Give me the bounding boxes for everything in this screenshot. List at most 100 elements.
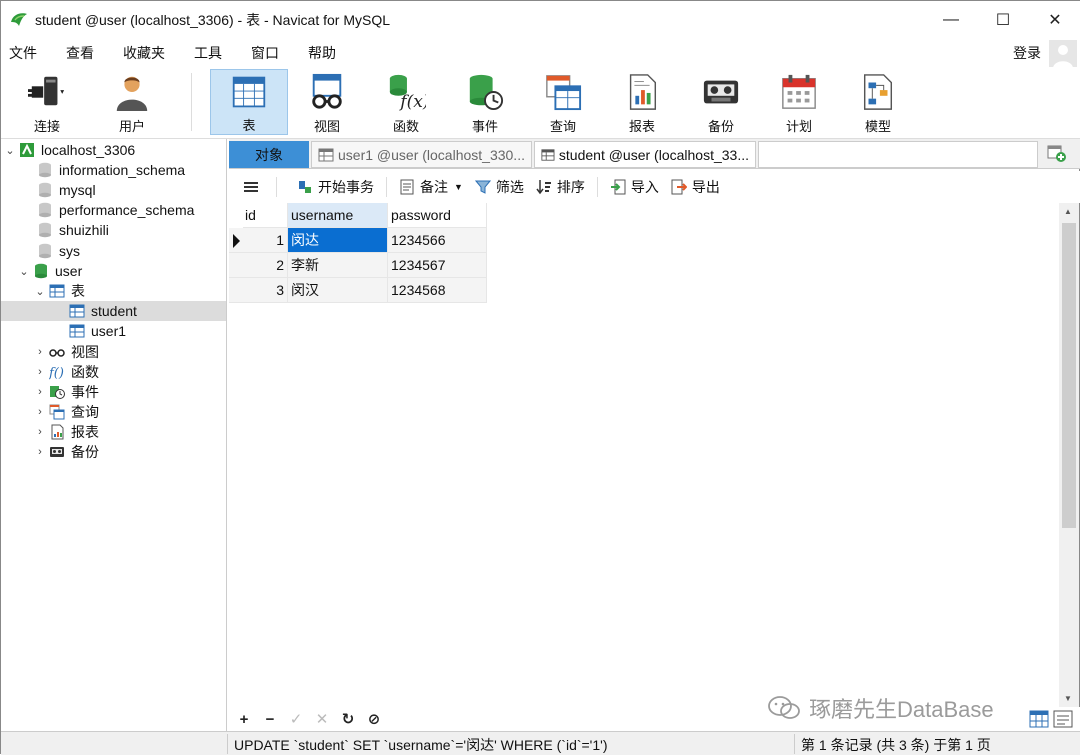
toolbar-report-button[interactable]: 报表 bbox=[603, 69, 681, 135]
tree-tables-group[interactable]: ⌄ 表 bbox=[33, 281, 85, 301]
sort-button[interactable]: 排序 bbox=[530, 174, 591, 200]
add-record-button[interactable]: + bbox=[231, 711, 257, 728]
cell-password[interactable]: 1234567 bbox=[388, 253, 487, 278]
tree-events-group[interactable]: › 事件 bbox=[33, 382, 99, 402]
scroll-down-icon[interactable]: ▼ bbox=[1064, 694, 1072, 703]
tab-user1[interactable]: user1 @user (localhost_330... bbox=[311, 141, 532, 168]
cell-username-selected[interactable]: 闵达 bbox=[288, 228, 388, 253]
tree-reports-group[interactable]: › 报表 bbox=[33, 422, 99, 442]
scroll-up-icon[interactable]: ▲ bbox=[1064, 207, 1072, 216]
column-header-username[interactable]: username bbox=[288, 203, 388, 228]
toolbar-table-button[interactable]: 表 bbox=[210, 69, 288, 135]
chevron-right-icon[interactable]: › bbox=[33, 446, 47, 458]
chevron-right-icon[interactable]: › bbox=[33, 406, 47, 418]
menu-tools[interactable]: 工具 bbox=[186, 43, 236, 63]
discard-changes-button[interactable]: ✕ bbox=[309, 710, 335, 728]
memo-button[interactable]: 备注 ▼ bbox=[393, 174, 469, 200]
toolbar-view-button[interactable]: 视图 bbox=[288, 69, 366, 135]
memo-label: 备注 bbox=[420, 179, 448, 195]
filter-button[interactable]: 筛选 bbox=[469, 174, 530, 200]
chevron-down-icon[interactable]: ⌄ bbox=[17, 265, 31, 278]
data-grid: id username password 1 闵达 1234566 2 李新 1… bbox=[229, 203, 1059, 707]
chevron-right-icon[interactable]: › bbox=[33, 366, 47, 378]
toolbar-event-button[interactable]: 事件 bbox=[446, 69, 524, 135]
tree-db-user-node[interactable]: ⌄ user bbox=[17, 261, 82, 281]
column-header-id[interactable]: id bbox=[243, 203, 288, 228]
cell-username[interactable]: 李新 bbox=[288, 253, 388, 278]
menu-help[interactable]: 帮助 bbox=[300, 43, 350, 63]
cell-username[interactable]: 闵汉 bbox=[288, 278, 388, 303]
tree-db-node[interactable]: mysql bbox=[21, 180, 96, 200]
menu-button[interactable] bbox=[237, 174, 270, 200]
menu-favorites[interactable]: 收藏夹 bbox=[115, 43, 179, 63]
tree-db-node[interactable]: shuizhili bbox=[21, 220, 109, 240]
status-record-count: 第 1 条记录 (共 3 条) 于第 1 页 bbox=[801, 737, 991, 753]
toolbar-query-button[interactable]: 查询 bbox=[524, 69, 602, 135]
export-button[interactable]: 导出 bbox=[665, 174, 726, 200]
toolbar-backup-button[interactable]: 备份 bbox=[682, 69, 760, 135]
cell-password[interactable]: 1234566 bbox=[388, 228, 487, 253]
tree-backups-group[interactable]: › 备份 bbox=[33, 442, 99, 462]
tab-student[interactable]: student @user (localhost_33... bbox=[534, 141, 756, 168]
close-button[interactable]: ✕ bbox=[1029, 1, 1080, 39]
tree-functions-group[interactable]: › f() 函数 bbox=[33, 362, 99, 382]
tree-connection-node[interactable]: ⌄ localhost_3306 bbox=[3, 140, 135, 160]
begin-transaction-button[interactable]: 开始事务 bbox=[291, 174, 380, 200]
tree-db-node[interactable]: information_schema bbox=[21, 160, 185, 180]
svg-text:f(): f() bbox=[49, 366, 64, 380]
tab-objects[interactable]: 对象 bbox=[229, 141, 309, 168]
cell-id[interactable]: 2 bbox=[243, 253, 288, 278]
toolbar-user-button[interactable]: 用户 bbox=[93, 69, 171, 135]
apply-changes-button[interactable]: ✓ bbox=[283, 710, 309, 728]
tree-queries-group[interactable]: › 查询 bbox=[33, 402, 99, 422]
tab-search-field[interactable] bbox=[758, 141, 1038, 168]
tree-label: shuizhili bbox=[59, 222, 109, 238]
menu-file[interactable]: 文件 bbox=[1, 43, 51, 63]
tree-views-group[interactable]: › 视图 bbox=[33, 342, 99, 362]
chevron-down-icon[interactable]: ⌄ bbox=[3, 144, 17, 157]
toolbar-model-button[interactable]: 模型 bbox=[839, 69, 917, 135]
tree-label: 备份 bbox=[71, 444, 99, 460]
form-view-icon[interactable] bbox=[1053, 710, 1073, 728]
menu-view[interactable]: 查看 bbox=[58, 43, 108, 63]
tree-table-user1[interactable]: user1 bbox=[67, 321, 126, 341]
cell-id[interactable]: 1 bbox=[243, 228, 288, 253]
database-icon bbox=[39, 243, 51, 259]
menu-window[interactable]: 窗口 bbox=[243, 43, 293, 63]
toolbar-connection-button[interactable]: 连接 bbox=[8, 69, 86, 135]
toolbar-schedule-button[interactable]: 计划 bbox=[760, 69, 838, 135]
login-link[interactable]: 登录 bbox=[1013, 43, 1041, 63]
grid-view-icon[interactable] bbox=[1029, 710, 1049, 728]
tree-db-node[interactable]: performance_schema bbox=[21, 200, 194, 220]
tree-label: user1 bbox=[91, 323, 127, 339]
row-marker[interactable] bbox=[229, 278, 243, 303]
import-button[interactable]: 导入 bbox=[604, 174, 665, 200]
maximize-button[interactable]: ☐ bbox=[977, 1, 1029, 39]
sort-icon bbox=[536, 180, 551, 195]
cell-id[interactable]: 3 bbox=[243, 278, 288, 303]
caret-down-icon[interactable]: ▼ bbox=[454, 182, 463, 192]
minimize-button[interactable]: — bbox=[925, 1, 977, 39]
column-header-password[interactable]: password bbox=[388, 203, 487, 228]
row-marker[interactable] bbox=[229, 228, 243, 253]
tree-table-student[interactable]: student bbox=[1, 301, 226, 321]
chevron-down-icon[interactable]: ⌄ bbox=[33, 285, 47, 298]
cell-password[interactable]: 1234568 bbox=[388, 278, 487, 303]
chevron-right-icon[interactable]: › bbox=[33, 426, 47, 438]
vertical-scrollbar[interactable]: ▲ ▼ bbox=[1059, 203, 1079, 707]
row-marker[interactable] bbox=[229, 253, 243, 278]
tree-db-node[interactable]: sys bbox=[21, 241, 80, 261]
user-icon bbox=[116, 76, 148, 111]
chevron-right-icon[interactable]: › bbox=[33, 386, 47, 398]
stop-button[interactable]: ⊘ bbox=[361, 710, 387, 728]
refresh-button[interactable]: ↻ bbox=[335, 710, 361, 728]
avatar-icon[interactable] bbox=[1049, 40, 1077, 68]
delete-record-button[interactable]: − bbox=[257, 711, 283, 728]
chevron-right-icon[interactable]: › bbox=[33, 346, 47, 358]
memo-icon bbox=[400, 179, 414, 195]
scroll-thumb[interactable] bbox=[1062, 223, 1076, 528]
status-divider bbox=[227, 734, 228, 754]
toolbar-separator bbox=[191, 73, 192, 131]
toolbar-function-button[interactable]: f(x) 函数 bbox=[367, 69, 445, 135]
new-object-icon[interactable] bbox=[1047, 145, 1067, 163]
